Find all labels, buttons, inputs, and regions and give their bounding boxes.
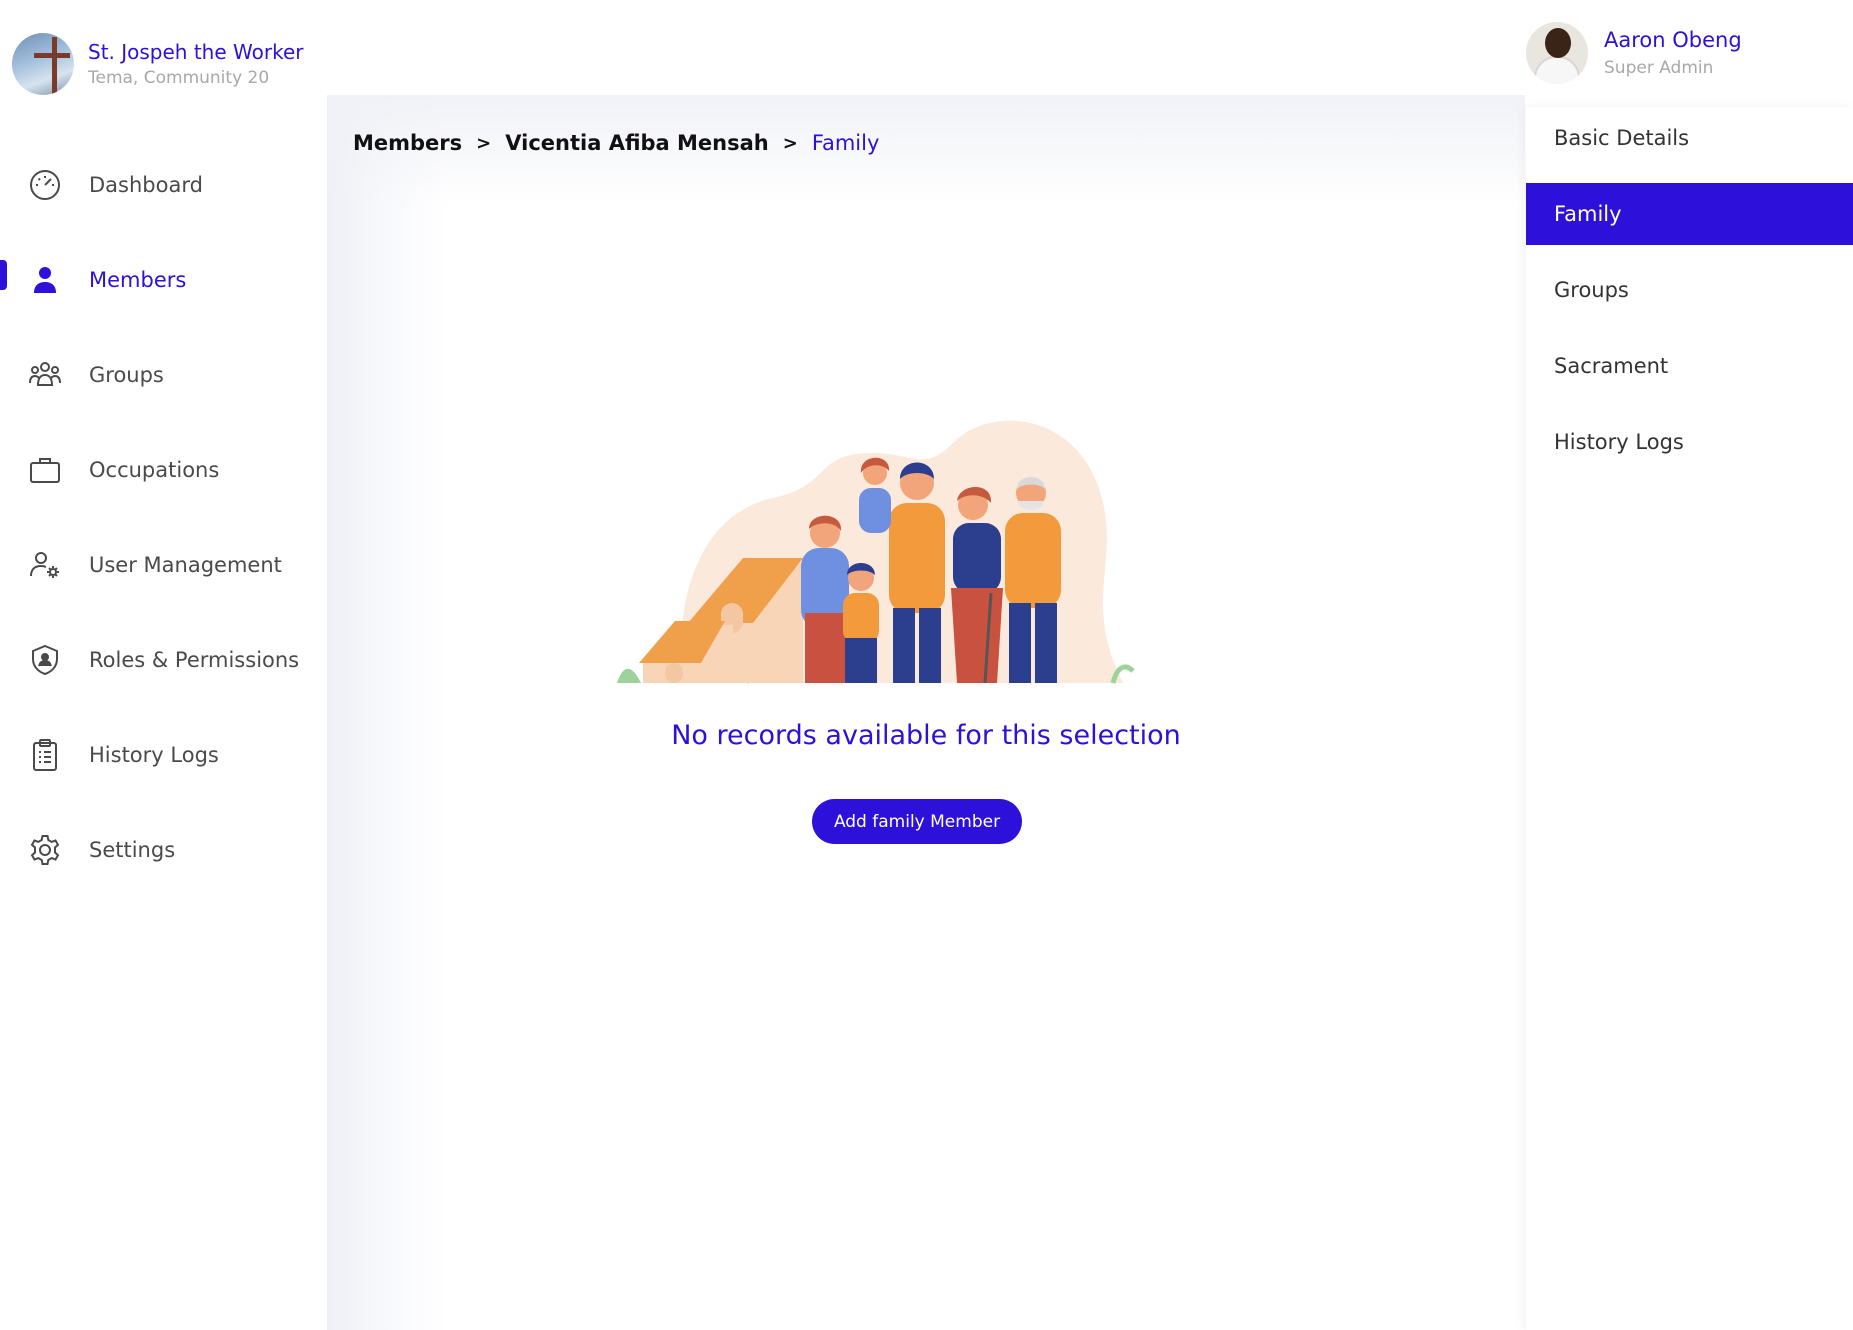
avatar [1526, 22, 1588, 84]
tab-groups[interactable]: Groups [1526, 259, 1853, 321]
add-family-member-button[interactable]: Add family Member [812, 799, 1022, 844]
sidebar-item-occupations[interactable]: Occupations [0, 422, 327, 517]
sidebar: St. Jospeh the Worker Tema, Community 20… [0, 0, 327, 1318]
breadcrumb-separator: > [782, 132, 798, 154]
user-profile[interactable]: Aaron Obeng Super Admin [1526, 22, 1742, 84]
sidebar-item-dashboard[interactable]: Dashboard [0, 137, 327, 232]
user-gear-icon [28, 548, 62, 582]
member-detail-tabs: Basic Details Family Groups Sacrament Hi… [1526, 107, 1853, 1330]
tab-sacrament[interactable]: Sacrament [1526, 335, 1853, 397]
sidebar-item-user-management[interactable]: User Management [0, 517, 327, 612]
family-illustration [617, 420, 1135, 684]
brand-name: St. Jospeh the Worker [88, 40, 304, 64]
sidebar-item-settings[interactable]: Settings [0, 802, 327, 897]
sidebar-item-history-logs[interactable]: History Logs [0, 707, 327, 802]
user-name: Aaron Obeng [1604, 28, 1742, 52]
main-content: Members > Vicentia Afiba Mensah > Family [327, 95, 1525, 1330]
empty-state-message: No records available for this selection [671, 720, 1181, 751]
breadcrumb-member-name[interactable]: Vicentia Afiba Mensah [505, 131, 768, 155]
sidebar-item-label: Dashboard [89, 172, 203, 197]
breadcrumb: Members > Vicentia Afiba Mensah > Family [353, 131, 879, 155]
brand-text: St. Jospeh the Worker Tema, Community 20 [88, 38, 303, 90]
person-icon [28, 263, 62, 297]
tab-basic-details[interactable]: Basic Details [1526, 107, 1853, 169]
clipboard-list-icon [28, 738, 62, 772]
sidebar-item-label: Members [89, 267, 187, 292]
breadcrumb-separator: > [476, 132, 492, 154]
shield-user-icon [28, 643, 62, 677]
speedometer-icon [28, 168, 62, 202]
sidebar-nav: Dashboard Members Groups Occupations Use… [0, 137, 327, 897]
tab-family[interactable]: Family [1526, 183, 1853, 245]
sidebar-item-members[interactable]: Members [0, 232, 327, 327]
briefcase-icon [28, 453, 62, 487]
sidebar-item-label: Groups [89, 362, 164, 387]
sidebar-item-label: History Logs [89, 742, 219, 767]
sidebar-item-groups[interactable]: Groups [0, 327, 327, 422]
tab-history-logs[interactable]: History Logs [1526, 411, 1853, 473]
breadcrumb-members[interactable]: Members [353, 131, 462, 155]
sidebar-item-label: Occupations [89, 457, 220, 482]
brand[interactable]: St. Jospeh the Worker Tema, Community 20 [12, 33, 303, 95]
sidebar-item-label: User Management [89, 552, 282, 577]
user-role: Super Admin [1604, 58, 1714, 78]
sidebar-item-label: Settings [89, 837, 176, 862]
sidebar-item-label: Roles & Permissions [89, 647, 300, 672]
breadcrumb-current: Family [811, 131, 880, 155]
church-logo [12, 33, 74, 95]
gear-icon [28, 833, 62, 867]
group-icon [28, 358, 62, 392]
sidebar-item-roles-permissions[interactable]: Roles & Permissions [0, 612, 327, 707]
brand-location: Tema, Community 20 [88, 68, 270, 88]
user-text: Aaron Obeng Super Admin [1604, 25, 1742, 81]
